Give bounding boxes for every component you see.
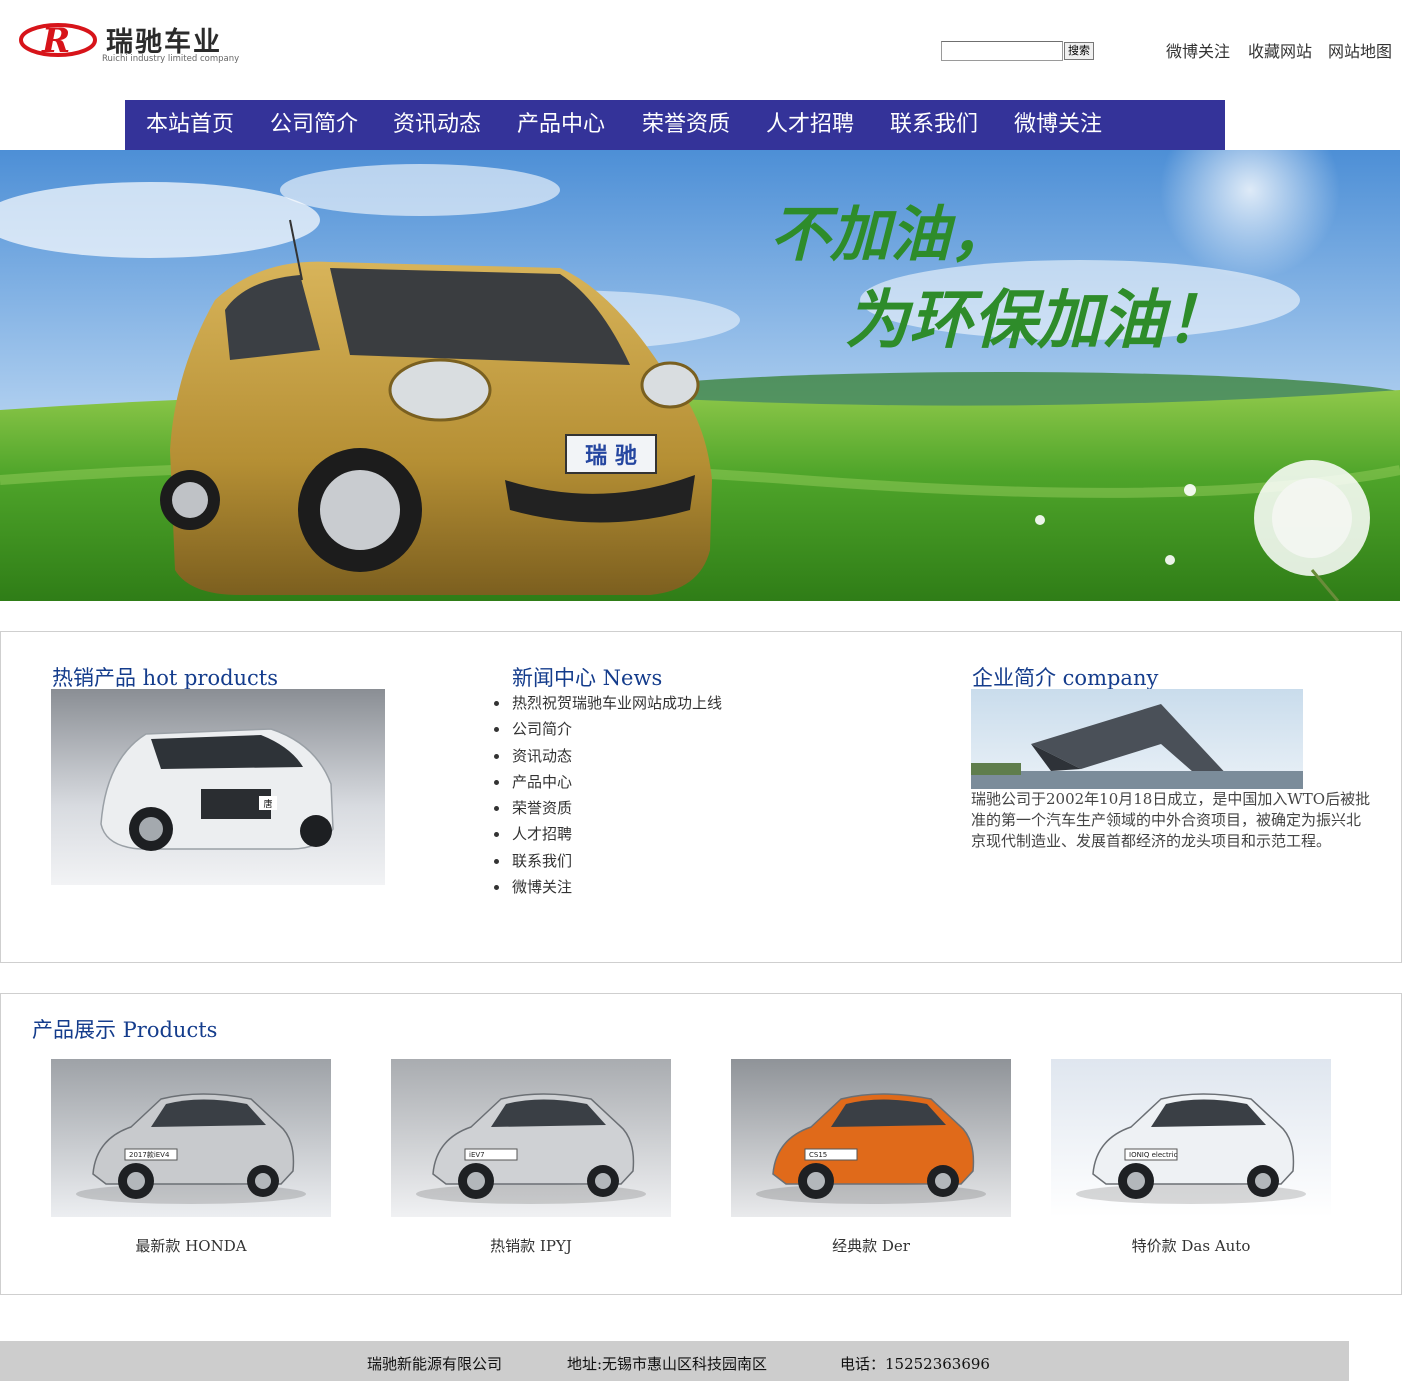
product-image-das-auto[interactable]: IONIQ electric — [1051, 1059, 1331, 1217]
product-caption[interactable]: 最新款 HONDA — [51, 1235, 331, 1256]
search-button[interactable]: 搜索 — [1064, 42, 1094, 60]
product-caption[interactable]: 特价款 Das Auto — [1051, 1235, 1331, 1256]
logo-subtitle: Ruichi industry limited company — [102, 54, 240, 64]
nav-item-contact[interactable]: 联系我们 — [890, 100, 978, 150]
banner-slogan-line2: 为环保加油！ — [845, 284, 1229, 358]
banner-plate: 瑞 驰 — [585, 444, 637, 469]
product-image-honda[interactable]: 2017款iEV4 — [51, 1059, 331, 1217]
footer-address: 地址:无锡市惠山区科技园南区 — [567, 1355, 768, 1373]
product-plate: iEV7 — [469, 1151, 485, 1159]
product-image-ipyj[interactable]: iEV7 — [391, 1059, 671, 1217]
banner-slogan-line1: 不加油， — [770, 200, 1010, 270]
hot-product-plate: 唐 — [263, 798, 272, 810]
products-title: 产品展示 Products — [32, 1018, 218, 1042]
product-image-der[interactable]: CS15 — [731, 1059, 1011, 1217]
news-list: 热烈祝贺瑞驰车业网站成功上线 公司简介 资讯动态 产品中心 荣誉资质 人才招聘 … — [493, 690, 722, 900]
nav-item-about[interactable]: 公司简介 — [270, 100, 358, 150]
hot-products-title: 热销产品 hot products — [52, 666, 279, 690]
company-description: 瑞驰公司于2002年10月18日成立，是中国加入WTO后被批准的第一个汽车生产领… — [971, 790, 1371, 850]
news-item[interactable]: 联系我们 — [493, 848, 722, 874]
company-title: 企业简介 company — [972, 666, 1159, 690]
nav-item-home[interactable]: 本站首页 — [146, 100, 234, 150]
news-item[interactable]: 微博关注 — [493, 874, 722, 900]
hero-banner-image: 瑞 驰 不加油， 为环保加油！ — [0, 150, 1400, 601]
svg-text:R: R — [41, 22, 70, 58]
nav-item-weibo[interactable]: 微博关注 — [1014, 100, 1102, 150]
search-input[interactable] — [941, 41, 1063, 61]
footer-phone: 电话：15252363696 — [840, 1355, 990, 1373]
news-item[interactable]: 产品中心 — [493, 769, 722, 795]
news-item[interactable]: 热烈祝贺瑞驰车业网站成功上线 — [493, 690, 722, 716]
hero-banner: 瑞 驰 不加油， 为环保加油！ — [0, 150, 1400, 601]
news-item[interactable]: 人才招聘 — [493, 821, 722, 847]
product-caption[interactable]: 热销款 IPYJ — [391, 1235, 671, 1256]
nav-item-products[interactable]: 产品中心 — [517, 100, 605, 150]
nav-item-honors[interactable]: 荣誉资质 — [642, 100, 730, 150]
product-caption[interactable]: 经典款 Der — [731, 1235, 1011, 1256]
footer: 瑞驰新能源有限公司 地址:无锡市惠山区科技园南区 电话：15252363696 — [0, 1341, 1349, 1381]
news-title: 新闻中心 News — [512, 666, 663, 690]
product-plate: CS15 — [809, 1151, 827, 1159]
nav-item-jobs[interactable]: 人才招聘 — [766, 100, 854, 150]
top-link-sitemap[interactable]: 网站地图 — [1328, 38, 1392, 62]
news-item[interactable]: 荣誉资质 — [493, 795, 722, 821]
news-item[interactable]: 资讯动态 — [493, 743, 722, 769]
site-logo[interactable]: R 瑞驰车业 Ruichi industry limited company — [14, 14, 250, 68]
product-plate: 2017款iEV4 — [129, 1150, 170, 1159]
nav-item-news[interactable]: 资讯动态 — [393, 100, 481, 150]
top-link-weibo[interactable]: 微博关注 — [1166, 38, 1230, 62]
news-item[interactable]: 公司简介 — [493, 716, 722, 742]
hot-product-image[interactable]: 唐 — [51, 689, 385, 885]
company-building-image — [971, 689, 1303, 789]
top-link-bookmark[interactable]: 收藏网站 — [1248, 38, 1312, 62]
product-plate: IONIQ electric — [1129, 1151, 1178, 1159]
main-nav: 本站首页 公司简介 资讯动态 产品中心 荣誉资质 人才招聘 联系我们 微博关注 — [125, 100, 1225, 150]
logo-r-icon: R — [19, 22, 97, 58]
footer-company: 瑞驰新能源有限公司 — [367, 1355, 503, 1373]
